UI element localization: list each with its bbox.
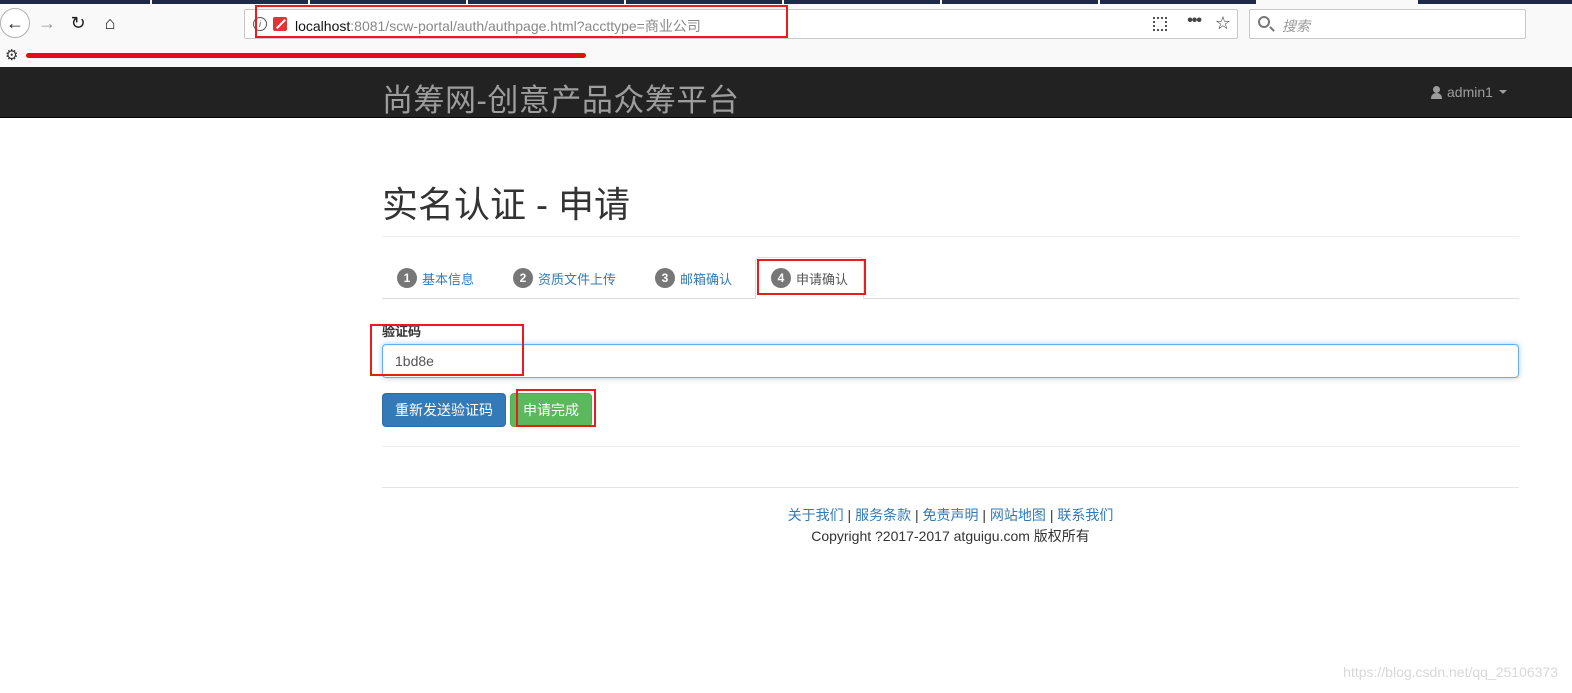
tab-label: 申请确认 [796, 271, 849, 287]
search-icon [1258, 16, 1270, 28]
tab-basic-info[interactable]: 1 基本信息 [382, 257, 489, 299]
site-navbar: 尚筹网-创意产品众筹平台 admin1 [0, 67, 1572, 118]
url-path: :8081/scw-portal/auth/authpage.html?acct… [350, 18, 701, 34]
bookmarks-bar: ⚙ [0, 43, 1572, 67]
footer-separator: | [847, 507, 852, 523]
footer-links: 关于我们 | 服务条款 | 免责声明 | 网站地图 | 联系我们 [382, 505, 1519, 525]
forward-icon[interactable]: → [33, 9, 61, 37]
tab-label: 资质文件上传 [538, 271, 617, 287]
gear-icon[interactable]: ⚙ [5, 46, 18, 64]
verification-code-label: 验证码 [382, 324, 422, 339]
home-icon[interactable]: ⌂ [96, 9, 124, 37]
more-actions-icon[interactable]: ••• [1187, 12, 1202, 30]
user-icon [1430, 85, 1443, 99]
footer-link-sitemap[interactable]: 网站地图 [990, 507, 1046, 523]
step-badge: 2 [513, 268, 533, 288]
step-badge: 4 [771, 268, 791, 288]
tab-application-confirm[interactable]: 4 申请确认 [755, 257, 865, 299]
footer-separator: | [982, 507, 987, 523]
footer-separator: | [914, 507, 919, 523]
footer-link-about[interactable]: 关于我们 [788, 507, 844, 523]
tab-email-confirm[interactable]: 3 邮箱确认 [640, 257, 747, 299]
browser-toolbar: ← → ↻ ⌂ i localhost:8081/scw-portal/auth… [0, 5, 1572, 43]
url-host: localhost [295, 18, 351, 34]
footer-link-contact[interactable]: 联系我们 [1057, 507, 1113, 523]
blocked-permission-icon[interactable] [273, 17, 287, 31]
address-bar[interactable]: i localhost:8081/scw-portal/auth/authpag… [244, 9, 1238, 39]
caret-down-icon [1498, 90, 1507, 94]
step-badge: 1 [397, 268, 417, 288]
step-badge: 3 [655, 268, 675, 288]
bookmark-star-icon[interactable]: ☆ [1215, 13, 1231, 34]
form-divider [382, 446, 1519, 447]
footer-divider [382, 487, 1519, 488]
verification-code-input[interactable] [382, 344, 1519, 378]
step-tabs: 1 基本信息 2 资质文件上传 3 邮箱确认 4 申请确认 [382, 257, 1519, 299]
browser-search-box[interactable]: 搜索 [1249, 9, 1526, 39]
tab-label: 基本信息 [422, 271, 475, 287]
resend-code-button[interactable]: 重新发送验证码 [382, 393, 506, 427]
complete-application-button[interactable]: 申请完成 [510, 393, 592, 427]
tab-qualification-upload[interactable]: 2 资质文件上传 [498, 257, 631, 299]
footer-separator: | [1049, 507, 1054, 523]
search-placeholder: 搜索 [1282, 18, 1310, 34]
watermark: https://blog.csdn.net/qq_25106373 [1343, 664, 1558, 680]
url-text: localhost:8081/scw-portal/auth/authpage.… [295, 16, 701, 36]
back-icon[interactable]: ← [0, 8, 30, 38]
footer-link-terms[interactable]: 服务条款 [855, 507, 911, 523]
username: admin1 [1447, 84, 1493, 100]
redacted-bookmarks [26, 53, 586, 58]
footer-link-disclaimer[interactable]: 免责声明 [923, 507, 979, 523]
page-title: 实名认证 - 申请 [382, 184, 630, 225]
brand-title[interactable]: 尚筹网-创意产品众筹平台 [382, 75, 739, 120]
tab-label: 邮箱确认 [680, 271, 733, 287]
title-divider [382, 236, 1519, 237]
qr-code-icon[interactable] [1153, 17, 1167, 31]
copyright-text: Copyright ?2017-2017 atguigu.com 版权所有 [811, 528, 1090, 544]
reload-icon[interactable]: ↻ [64, 9, 92, 37]
user-dropdown[interactable]: admin1 [1430, 84, 1507, 100]
info-icon[interactable]: i [253, 17, 267, 31]
